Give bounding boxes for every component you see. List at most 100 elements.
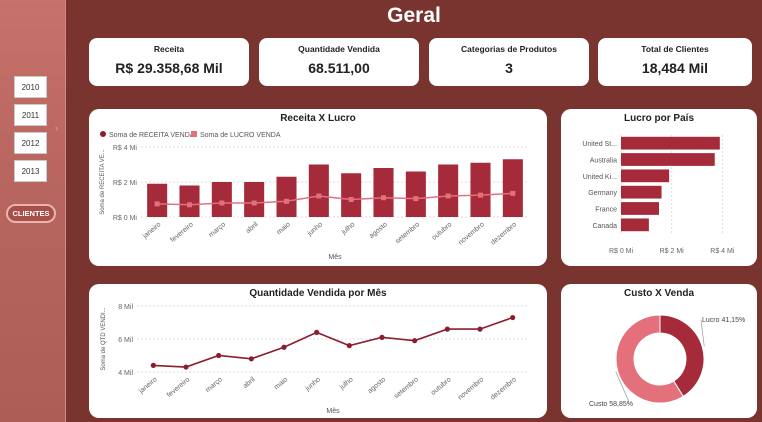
clientes-button[interactable]: CLIENTES (6, 204, 56, 223)
point-lucro (445, 193, 451, 199)
x-tick-label: R$ 4 Mi (710, 248, 735, 255)
point-lucro (348, 197, 354, 202)
point-quantidade (412, 338, 418, 344)
category-label: United St... (582, 141, 617, 148)
bar-receita (470, 162, 491, 217)
y-tick-label: R$ 2 Mi (113, 180, 138, 187)
bar-receita (308, 164, 329, 217)
x-tick-label: junho (306, 221, 324, 238)
x-tick-label: R$ 2 Mi (660, 248, 685, 255)
x-axis-label: Mês (326, 408, 340, 415)
year-filter-2012[interactable]: 2012 (14, 132, 47, 154)
x-tick-label: R$ 0 Mi (609, 248, 634, 255)
chart-card-quantidade-mes[interactable]: Quantidade Vendida por Mês 4 Mil 6 Mil 8 M… (89, 284, 547, 418)
point-quantidade (314, 329, 320, 335)
kpi-card-receita: Receita R$ 29.358,68 Mil (89, 38, 249, 86)
kpi-card-quantidade: Quantidade Vendida 68.511,00 (259, 38, 419, 86)
chart-card-receita-lucro[interactable]: Receita X Lucro Soma de RECEITA VENDA Som… (89, 109, 547, 266)
point-lucro (316, 193, 322, 199)
chart-title: Custo X Venda (623, 288, 694, 299)
pie-label: Custo 58,85% (589, 401, 633, 408)
kpi-card-categorias: Categorias de Produtos 3 (429, 38, 589, 86)
x-tick-label: setembro (394, 221, 421, 245)
bar-pais (621, 136, 720, 150)
legend-marker (191, 131, 197, 137)
point-lucro (251, 200, 257, 206)
x-tick-label: julho (338, 376, 355, 392)
bar-receita (179, 185, 200, 217)
pie-label: Lucro 41,15% (702, 317, 745, 324)
sidebar: 2010 2011 2012 2013 › CLIENTES (0, 0, 66, 422)
point-lucro (510, 190, 516, 196)
bar-receita (373, 168, 394, 217)
kpi-value: R$ 29.358,68 Mil (115, 60, 223, 76)
bar-receita (276, 176, 297, 217)
quantidade-mes-chart: 4 Mil 6 Mil 8 Mil Soma de QTD VENDI... janei… (101, 304, 529, 415)
point-lucro (154, 201, 160, 207)
x-tick-label: outubro (430, 376, 453, 397)
x-tick-label: abril (245, 221, 260, 235)
x-tick-label: agosto (367, 376, 388, 395)
point-quantidade (346, 343, 352, 349)
bar-receita (147, 183, 168, 217)
page-title: Geral (387, 4, 441, 27)
legend-label: Soma de LUCRO VENDA (200, 132, 281, 139)
y-tick-label: R$ 4 Mi (113, 145, 138, 152)
point-quantidade (444, 326, 450, 332)
legend-label: Soma de RECEITA VENDA (109, 132, 195, 139)
x-tick-label: maio (273, 376, 289, 391)
bar-pais (621, 202, 659, 215)
x-tick-label: janeiro (141, 221, 162, 241)
point-quantidade (216, 352, 222, 359)
kpi-label: Receita (153, 44, 185, 54)
bar-receita (405, 171, 426, 217)
kpi-value: 68.511,00 (308, 60, 370, 76)
x-tick-label: fevereiro (166, 376, 191, 399)
point-lucro (413, 196, 419, 202)
x-tick-label: novembro (457, 221, 485, 246)
kpi-label: Categorias de Produtos (461, 44, 557, 54)
x-tick-label: janeiro (137, 376, 158, 396)
x-tick-label: abril (242, 376, 257, 390)
bar-pais (621, 185, 662, 199)
line-lucro (157, 192, 513, 206)
bar-receita (244, 182, 265, 217)
x-tick-label: setembro (393, 376, 420, 400)
x-tick-label: fevereiro (169, 221, 194, 244)
point-lucro (187, 202, 192, 208)
x-tick-label: outubro (431, 221, 454, 242)
category-label: Australia (590, 158, 617, 165)
chart-title: Lucro por País (623, 113, 694, 124)
custo-venda-chart: Lucro 41,15% Custo 58,85% (589, 314, 745, 408)
bar-pais (621, 153, 715, 166)
chart-card-lucro-pais[interactable]: Lucro por País R$ 0 Mi R$ 2 Mi R$ 4 Mi Unit… (561, 109, 757, 266)
point-quantidade (281, 344, 287, 350)
point-lucro (478, 192, 483, 198)
point-quantidade (150, 362, 156, 368)
category-label: France (595, 207, 617, 214)
point-quantidade (510, 314, 516, 321)
year-filter-2010[interactable]: 2010 (14, 76, 47, 98)
year-filter-2011[interactable]: 2011 (14, 104, 47, 126)
year-filter-2013[interactable]: 2013 (14, 160, 47, 182)
point-quantidade (379, 334, 385, 340)
kpi-value: 18,484 Mil (641, 60, 709, 76)
y-axis-label: Soma de QTD VENDI... (101, 307, 107, 371)
kpi-label: Quantidade Vendida (298, 44, 380, 54)
bar-receita (211, 182, 232, 217)
category-label: United Ki... (583, 174, 617, 181)
bar-pais (621, 218, 649, 232)
x-tick-label: março (205, 376, 224, 394)
point-quantidade (477, 326, 483, 332)
point-lucro (284, 198, 289, 204)
x-tick-label: junho (304, 376, 322, 393)
point-quantidade (248, 356, 254, 362)
bar-receita (341, 173, 362, 217)
chart-card-custo-venda[interactable]: Custo X Venda Lucro 41,15% Custo 58,85% (561, 284, 757, 418)
x-tick-label: dezembro (490, 376, 518, 401)
category-label: Germany (588, 190, 617, 197)
kpi-card-clientes: Total de Clientes 18,484 Mil (598, 38, 752, 86)
point-lucro (381, 195, 386, 201)
chart-title: Quantidade Vendida por Mês (249, 288, 387, 299)
chevron-right-icon: › (55, 123, 58, 133)
